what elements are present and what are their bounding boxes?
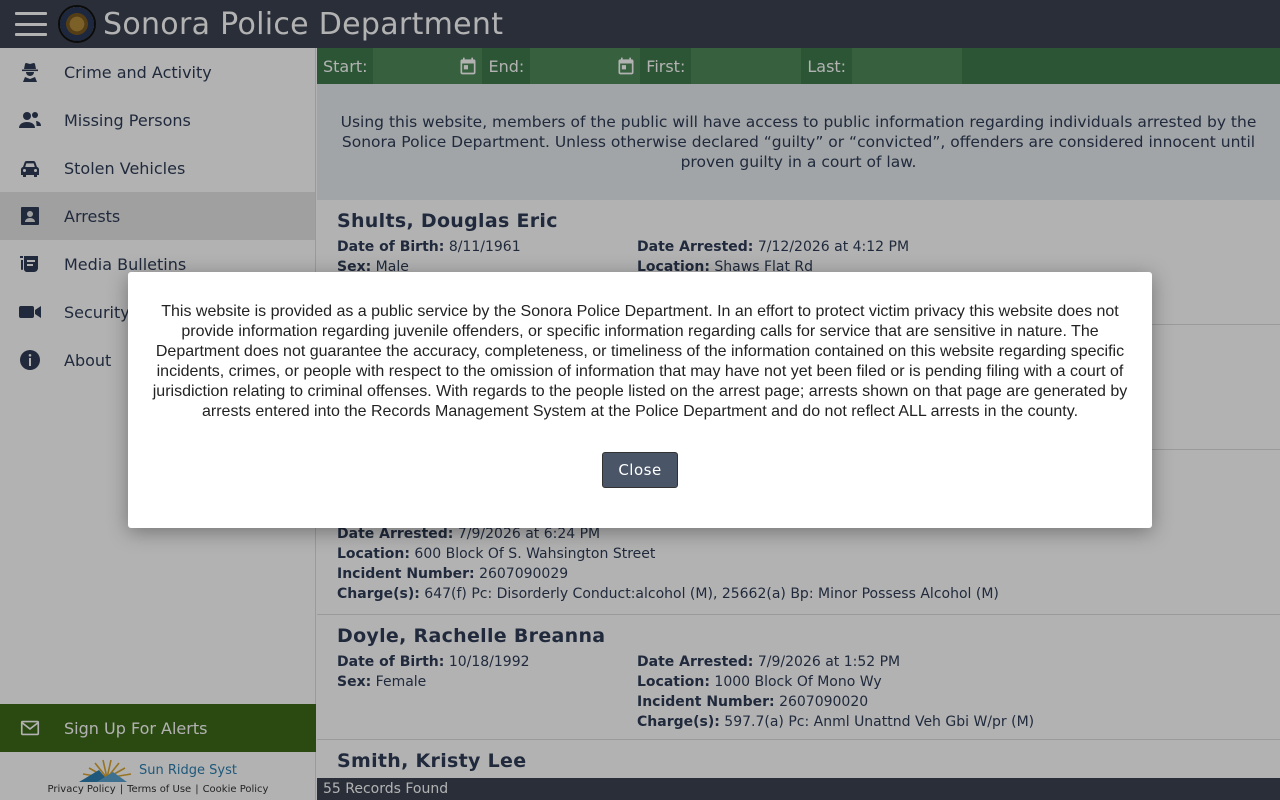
close-button[interactable]: Close xyxy=(602,452,678,488)
disclaimer-text: This website is provided as a public ser… xyxy=(152,303,1128,420)
disclaimer-dialog: This website is provided as a public ser… xyxy=(128,272,1152,528)
